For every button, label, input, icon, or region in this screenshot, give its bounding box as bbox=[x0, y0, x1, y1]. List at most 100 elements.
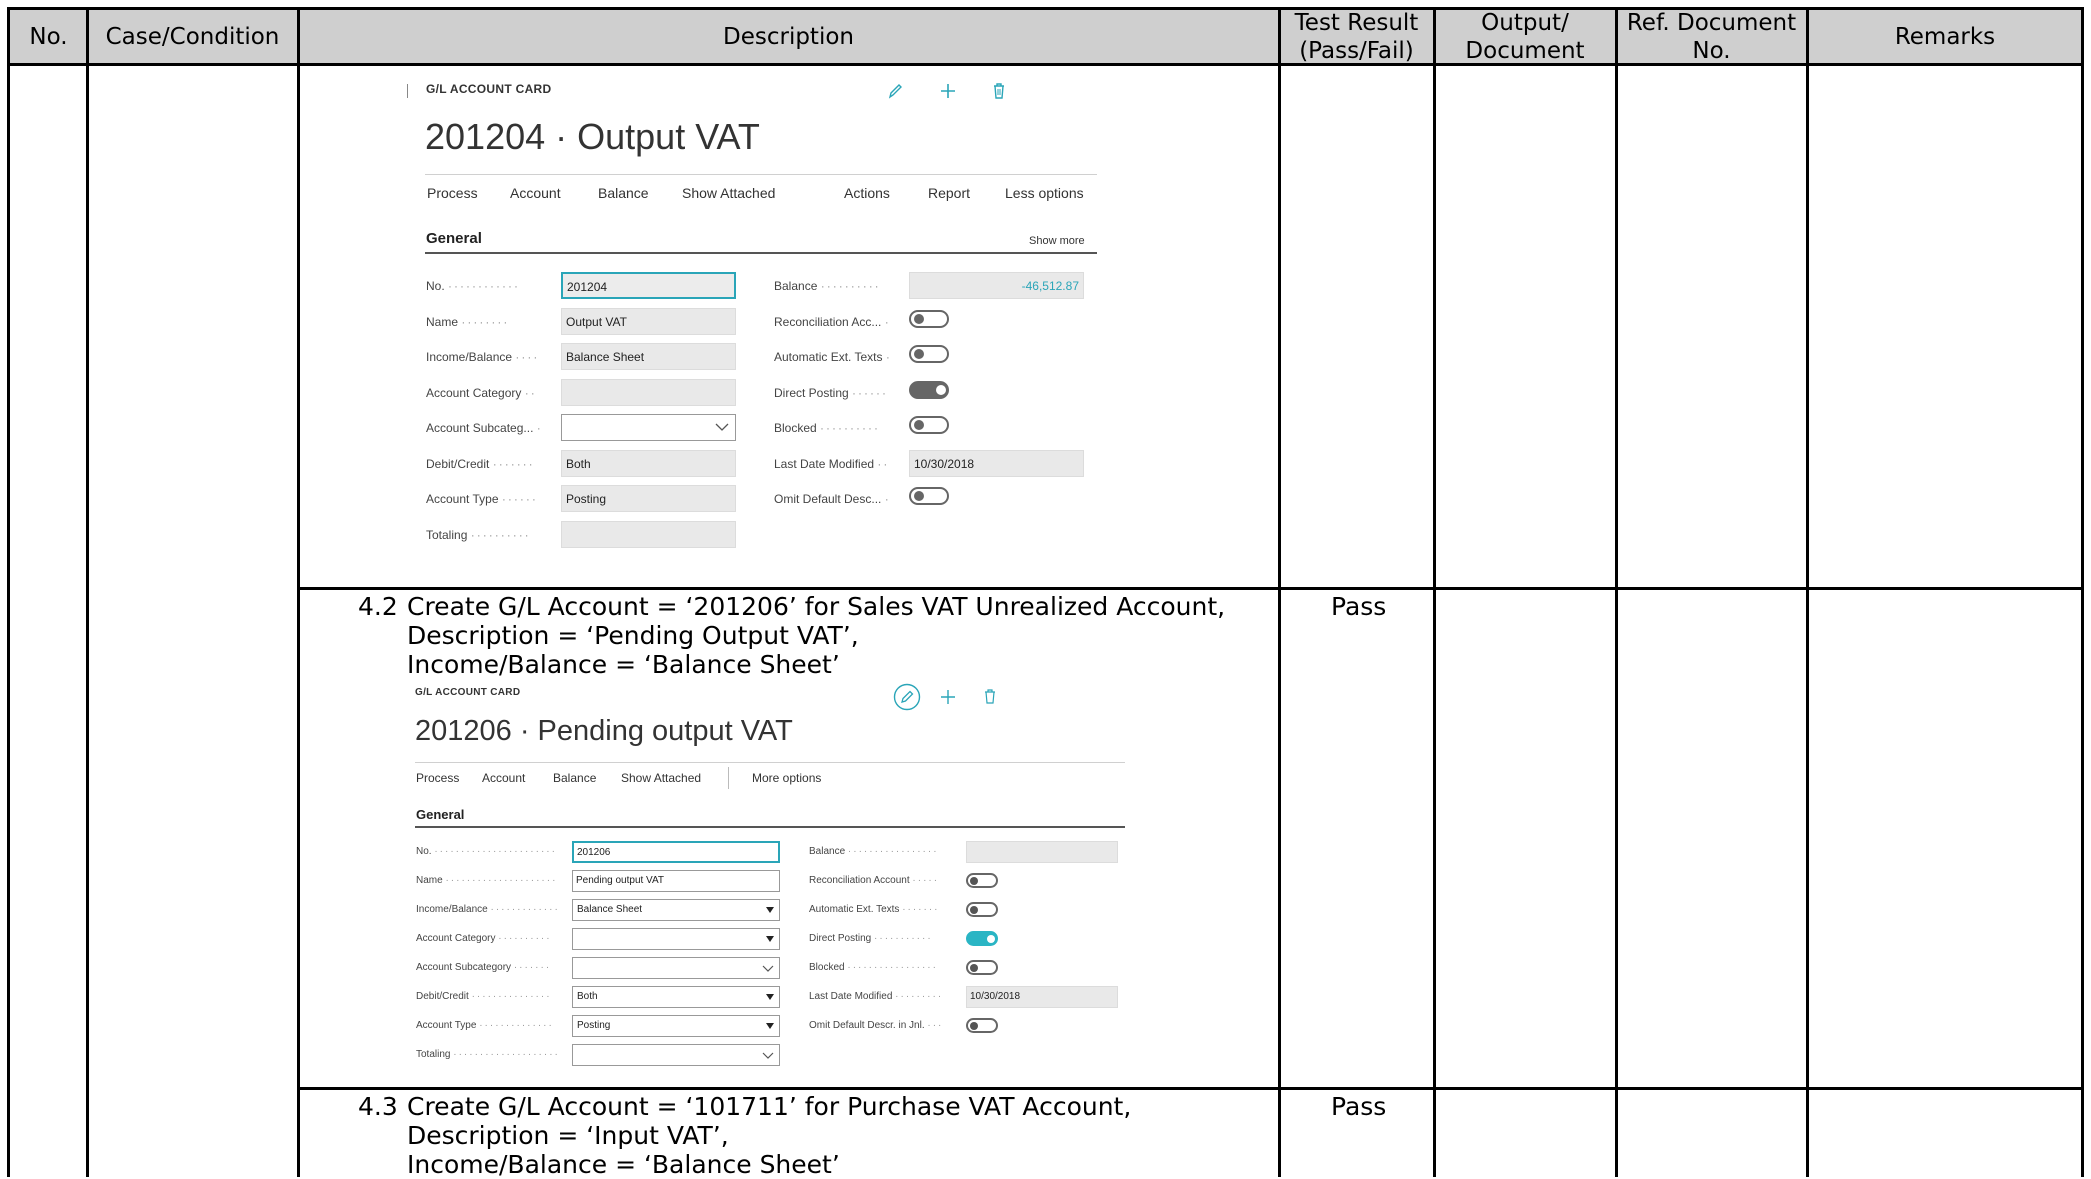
grid-line bbox=[1278, 7, 1281, 1177]
blocked-toggle[interactable] bbox=[966, 960, 998, 975]
delete-icon[interactable] bbox=[984, 689, 996, 704]
action-less-options[interactable]: Less options bbox=[1005, 185, 1084, 201]
action-more-options[interactable]: More options bbox=[752, 771, 821, 785]
header-output: Output/ Document bbox=[1434, 7, 1616, 66]
account-type-value: Posting bbox=[577, 1020, 611, 1031]
action-balance[interactable]: Balance bbox=[598, 185, 649, 201]
add-icon[interactable] bbox=[940, 689, 956, 705]
income-balance-select[interactable]: Balance Sheet bbox=[572, 899, 780, 921]
field-label: Balance ·········· bbox=[774, 279, 881, 293]
field-label: Omit Default Descr. in Jnl. ··· bbox=[809, 1020, 944, 1031]
field-label: Automatic Ext. Texts · bbox=[774, 350, 892, 364]
field-label: Last Date Modified ·· bbox=[774, 457, 890, 471]
grid-line bbox=[297, 7, 300, 1177]
account-subcategory-select[interactable] bbox=[572, 957, 780, 979]
account-category-field[interactable] bbox=[561, 379, 736, 406]
divider bbox=[425, 174, 1097, 175]
label-debit-credit: Debit/Credit bbox=[426, 457, 490, 471]
label-totaling: Totaling bbox=[426, 528, 468, 542]
edit-icon[interactable] bbox=[887, 82, 903, 100]
action-actions[interactable]: Actions bbox=[844, 185, 890, 201]
name-field[interactable]: Output VAT bbox=[561, 308, 736, 335]
totaling-field[interactable] bbox=[561, 521, 736, 548]
label-account-category: Account Category bbox=[426, 386, 522, 400]
automatic-ext-texts-toggle[interactable] bbox=[909, 345, 949, 363]
field-label: Account Type ······ bbox=[426, 492, 538, 506]
show-more-link[interactable]: Show more bbox=[1029, 235, 1085, 247]
reconciliation-toggle[interactable] bbox=[966, 873, 998, 888]
card-title: 201204 · Output VAT bbox=[425, 116, 760, 157]
label-last-date-modified: Last Date Modified bbox=[809, 991, 893, 1002]
section-underline bbox=[415, 826, 1125, 828]
row-separator bbox=[297, 587, 2084, 590]
action-balance[interactable]: Balance bbox=[553, 771, 596, 785]
grid-line bbox=[1615, 7, 1618, 1177]
header-case-label: Case/Condition bbox=[105, 23, 280, 50]
account-type-field[interactable]: Posting bbox=[561, 485, 736, 512]
label-balance: Balance bbox=[774, 279, 818, 293]
header-remarks: Remarks bbox=[1807, 7, 2083, 66]
field-label: Direct Posting ··········· bbox=[809, 933, 933, 944]
automatic-ext-texts-toggle[interactable] bbox=[966, 902, 998, 917]
direct-posting-toggle[interactable] bbox=[909, 381, 949, 399]
step-description-line: Description = ‘Input VAT’, bbox=[407, 1121, 729, 1150]
edit-icon[interactable] bbox=[893, 683, 921, 711]
label-blocked: Blocked bbox=[809, 962, 845, 973]
field-label: Blocked ·········· bbox=[774, 421, 881, 435]
debit-credit-field[interactable]: Both bbox=[561, 450, 736, 477]
action-report[interactable]: Report bbox=[928, 185, 970, 201]
account-subcategory-select[interactable] bbox=[561, 414, 736, 441]
blocked-toggle[interactable] bbox=[909, 416, 949, 434]
label-auto-ext-texts: Automatic Ext. Texts bbox=[774, 350, 883, 364]
action-show-attached[interactable]: Show Attached bbox=[682, 185, 775, 201]
field-label: Account Type ·············· bbox=[416, 1020, 554, 1031]
label-name: Name bbox=[426, 315, 459, 329]
add-icon[interactable] bbox=[939, 82, 957, 100]
dropdown-arrow-icon bbox=[766, 1023, 774, 1029]
action-account[interactable]: Account bbox=[482, 771, 525, 785]
grid-line bbox=[86, 7, 89, 1177]
delete-icon[interactable] bbox=[992, 82, 1006, 100]
last-date-modified-field[interactable]: 10/30/2018 bbox=[966, 986, 1118, 1008]
header-test-result: Test Result (Pass/Fail) bbox=[1279, 7, 1434, 66]
balance-field[interactable] bbox=[966, 841, 1118, 863]
last-date-modified-field[interactable]: 10/30/2018 bbox=[909, 450, 1084, 477]
section-general: General bbox=[416, 807, 465, 822]
field-label: No. ············ bbox=[426, 279, 520, 293]
label-reconciliation: Reconciliation Acc... bbox=[774, 315, 882, 329]
name-field[interactable]: Pending output VAT bbox=[572, 870, 780, 892]
field-label: Account Subcateg... · bbox=[426, 421, 543, 435]
gl-account-card-201204: G/L ACCOUNT CARD 201204 · Output VAT Pro… bbox=[407, 70, 1102, 550]
totaling-select[interactable] bbox=[572, 1044, 780, 1066]
omit-default-desc-toggle[interactable] bbox=[909, 487, 949, 505]
step-number: 4.3 bbox=[358, 1092, 398, 1121]
field-label: Reconciliation Account ····· bbox=[809, 875, 940, 886]
label-name: Name bbox=[416, 875, 443, 886]
divider bbox=[415, 762, 1125, 763]
label-last-date-modified: Last Date Modified bbox=[774, 457, 875, 471]
no-field[interactable]: 201206 bbox=[572, 841, 780, 863]
account-type-select[interactable]: Posting bbox=[572, 1015, 780, 1037]
account-category-select[interactable] bbox=[572, 928, 780, 950]
action-account[interactable]: Account bbox=[510, 185, 561, 201]
action-process[interactable]: Process bbox=[416, 771, 459, 785]
label-direct-posting: Direct Posting bbox=[809, 933, 872, 944]
field-label: Blocked ················· bbox=[809, 962, 938, 973]
test-result: Pass bbox=[1331, 1092, 1387, 1121]
direct-posting-toggle[interactable] bbox=[966, 931, 998, 946]
no-field[interactable]: 201204 bbox=[561, 272, 736, 299]
action-show-attached[interactable]: Show Attached bbox=[621, 771, 701, 785]
header-ref-doc: Ref. Document No. bbox=[1616, 7, 1807, 66]
field-label: Omit Default Desc... · bbox=[774, 492, 891, 506]
debit-credit-select[interactable]: Both bbox=[572, 986, 780, 1008]
field-label: Income/Balance ···· bbox=[426, 350, 540, 364]
income-balance-field[interactable]: Balance Sheet bbox=[561, 343, 736, 370]
reconciliation-toggle[interactable] bbox=[909, 310, 949, 328]
action-process[interactable]: Process bbox=[427, 185, 478, 201]
step-description-line: Description = ‘Pending Output VAT’, bbox=[407, 621, 859, 650]
label-omit-default-desc: Omit Default Desc... bbox=[774, 492, 882, 506]
section-underline bbox=[425, 252, 1097, 254]
omit-default-desc-toggle[interactable] bbox=[966, 1018, 998, 1033]
balance-field[interactable]: -46,512.87 bbox=[909, 272, 1084, 299]
test-result: Pass bbox=[1331, 592, 1387, 621]
